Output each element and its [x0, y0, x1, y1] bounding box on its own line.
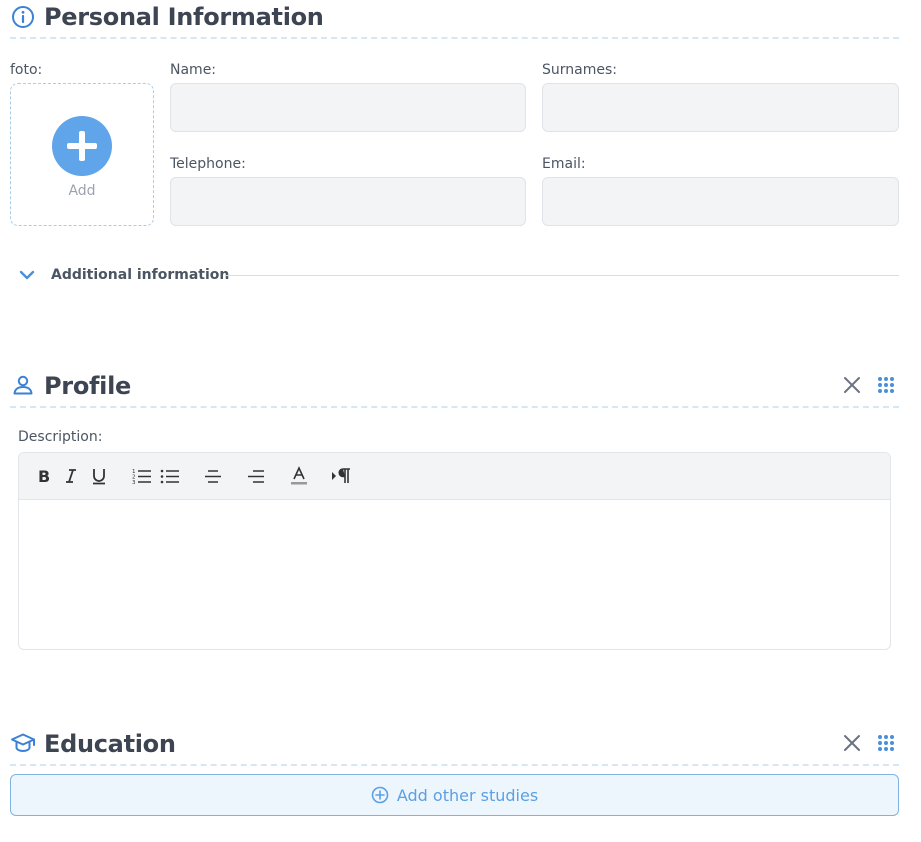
photo-upload[interactable]: Add: [10, 83, 154, 226]
close-icon[interactable]: [843, 734, 861, 752]
description-editor[interactable]: B 1 2 3: [18, 452, 891, 650]
name-field[interactable]: [170, 83, 526, 132]
svg-text:B: B: [38, 467, 50, 485]
underline-icon[interactable]: [86, 463, 112, 489]
description-label: Description:: [18, 429, 103, 445]
align-right-icon[interactable]: [243, 463, 269, 489]
italic-icon[interactable]: [58, 463, 84, 489]
email-label: Email:: [542, 156, 586, 172]
info-icon: [12, 6, 34, 28]
additional-info-toggle[interactable]: Additional information: [16, 264, 229, 288]
graduation-cap-icon: [11, 733, 35, 753]
surnames-field[interactable]: [542, 83, 899, 132]
add-photo-label: Add: [68, 183, 96, 199]
close-icon[interactable]: [843, 376, 861, 394]
section-divider: [10, 764, 899, 766]
additional-info-label: Additional information: [51, 267, 230, 283]
svg-text:3: 3: [132, 480, 136, 485]
user-icon: [13, 375, 33, 395]
education-title: Education: [44, 730, 176, 758]
plus-circle-icon: [371, 786, 389, 804]
add-other-studies-button[interactable]: Add other studies: [10, 774, 899, 816]
chevron-down-icon: [19, 270, 35, 280]
drag-handle-icon[interactable]: [877, 376, 895, 394]
text-color-icon[interactable]: [286, 463, 312, 489]
name-label: Name:: [170, 62, 217, 78]
ordered-list-icon[interactable]: 1 2 3: [129, 463, 155, 489]
align-center-icon[interactable]: [200, 463, 226, 489]
section-divider: [10, 37, 899, 39]
photo-label: foto:: [10, 62, 43, 78]
profile-title: Profile: [44, 372, 131, 400]
editor-toolbar: B 1 2 3: [19, 453, 890, 500]
bullet-list-icon[interactable]: [157, 463, 183, 489]
email-field[interactable]: [542, 177, 899, 226]
add-photo-icon[interactable]: [52, 116, 112, 176]
personal-info-title: Personal Information: [44, 3, 324, 31]
surnames-label: Surnames:: [542, 62, 617, 78]
telephone-label: Telephone:: [170, 156, 246, 172]
section-divider: [10, 406, 899, 408]
telephone-field[interactable]: [170, 177, 526, 226]
description-content[interactable]: [19, 500, 890, 649]
add-other-studies-label: Add other studies: [396, 785, 539, 805]
drag-handle-icon[interactable]: [877, 734, 895, 752]
additional-info-line: [226, 275, 899, 276]
paragraph-direction-icon[interactable]: [329, 463, 355, 489]
bold-icon[interactable]: B: [30, 463, 56, 489]
